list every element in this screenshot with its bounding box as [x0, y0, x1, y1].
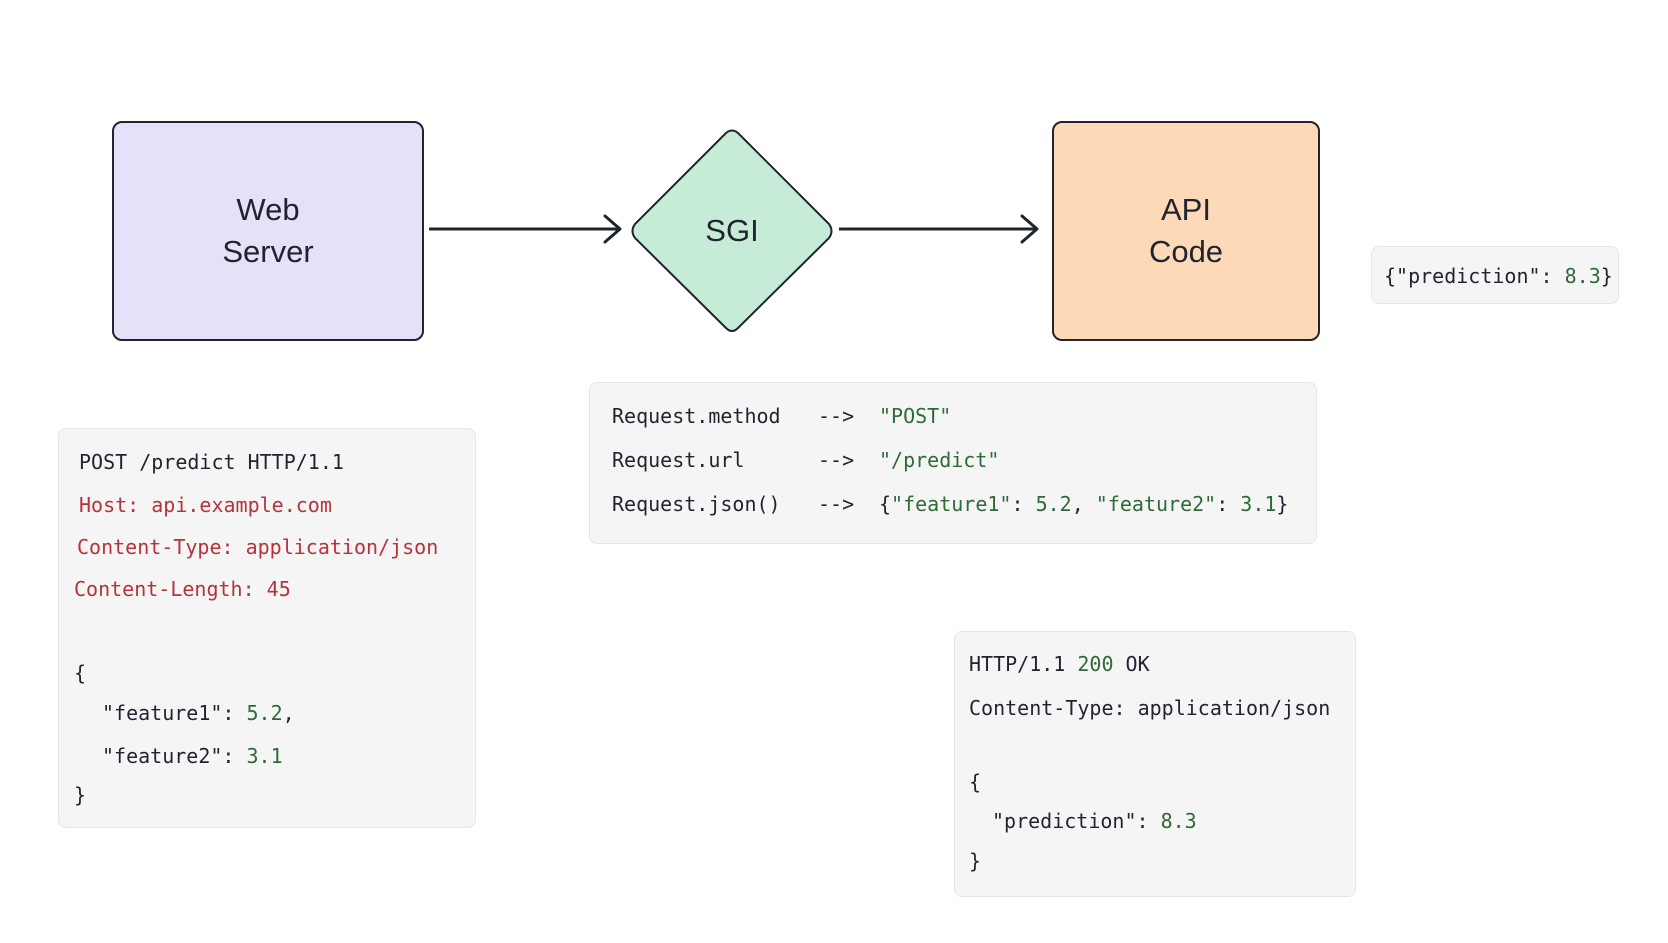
- mapping-json-open: {: [879, 492, 892, 516]
- request-body-open: {: [74, 661, 87, 685]
- response-status-prefix: HTTP/1.1: [969, 652, 1078, 676]
- request-content-type-header: Content-Type: application/json: [77, 535, 439, 559]
- request-host-header: Host: api.example.com: [79, 493, 332, 517]
- request-body-feature1: "feature1": 5.2,: [102, 699, 295, 727]
- api-output-close: }: [1600, 264, 1613, 288]
- response-status-code: 200: [1077, 652, 1114, 676]
- response-body-close: }: [969, 849, 982, 873]
- mapping-url-key: Request.url: [612, 448, 745, 472]
- mapping-method-arrow: -->: [818, 404, 855, 428]
- mapping-json-v1: 5.2: [1035, 492, 1072, 516]
- mapping-method-key: Request.method: [612, 404, 781, 428]
- response-body-open: {: [969, 770, 982, 794]
- feature1-value: 5.2: [246, 701, 283, 725]
- mapping-json-key: Request.json(): [612, 492, 781, 516]
- response-body-prediction: "prediction": 8.3: [992, 807, 1197, 835]
- content-length-value: 45: [266, 577, 291, 601]
- request-body-feature2: "feature2": 3.1: [102, 742, 283, 770]
- mapping-url-arrow: -->: [818, 448, 855, 472]
- feature1-comma: ,: [282, 701, 295, 725]
- response-content-type: Content-Type: application/json: [969, 696, 1331, 720]
- response-prediction-key: "prediction":: [992, 809, 1161, 833]
- api-output-value: 8.3: [1564, 264, 1601, 288]
- http-response-box: HTTP/1.1 200 OK Content-Type: applicatio…: [954, 631, 1356, 897]
- mapping-json-sep1: :: [1011, 492, 1036, 516]
- mapping-json-v2: 3.1: [1240, 492, 1277, 516]
- http-request-box: POST /predict HTTP/1.1 Host: api.example…: [58, 428, 476, 828]
- request-body-close: }: [74, 783, 87, 807]
- api-output-line: {"prediction": 8.3}: [1384, 262, 1613, 290]
- mapping-json-close: }: [1276, 492, 1289, 516]
- mapping-json-k2: "feature2": [1095, 492, 1217, 516]
- request-line: POST /predict HTTP/1.1: [79, 450, 344, 474]
- mapping-json-comma: ,: [1071, 492, 1096, 516]
- mapping-url-value: "/predict": [879, 448, 1000, 472]
- response-status-line: HTTP/1.1 200 OK: [969, 650, 1150, 678]
- response-prediction-value: 8.3: [1160, 809, 1197, 833]
- mapping-json-k1: "feature1": [891, 492, 1012, 516]
- response-status-text: OK: [1113, 652, 1150, 676]
- mapping-method-value: "POST": [879, 404, 952, 428]
- feature2-value: 3.1: [246, 744, 283, 768]
- content-length-key: Content-Length:: [74, 577, 267, 601]
- sgi-mapping-box: Request.method --> "POST" Request.url --…: [589, 382, 1317, 544]
- api-output-open: {"prediction":: [1384, 264, 1565, 288]
- mapping-json-value: {"feature1": 5.2, "feature2": 3.1}: [879, 490, 1288, 518]
- feature2-key: "feature2":: [102, 744, 247, 768]
- request-content-length-header: Content-Length: 45: [74, 575, 291, 603]
- feature1-key: "feature1":: [102, 701, 247, 725]
- api-output-box: {"prediction": 8.3}: [1371, 246, 1619, 304]
- mapping-json-arrow: -->: [818, 492, 855, 516]
- mapping-json-sep2: :: [1216, 492, 1241, 516]
